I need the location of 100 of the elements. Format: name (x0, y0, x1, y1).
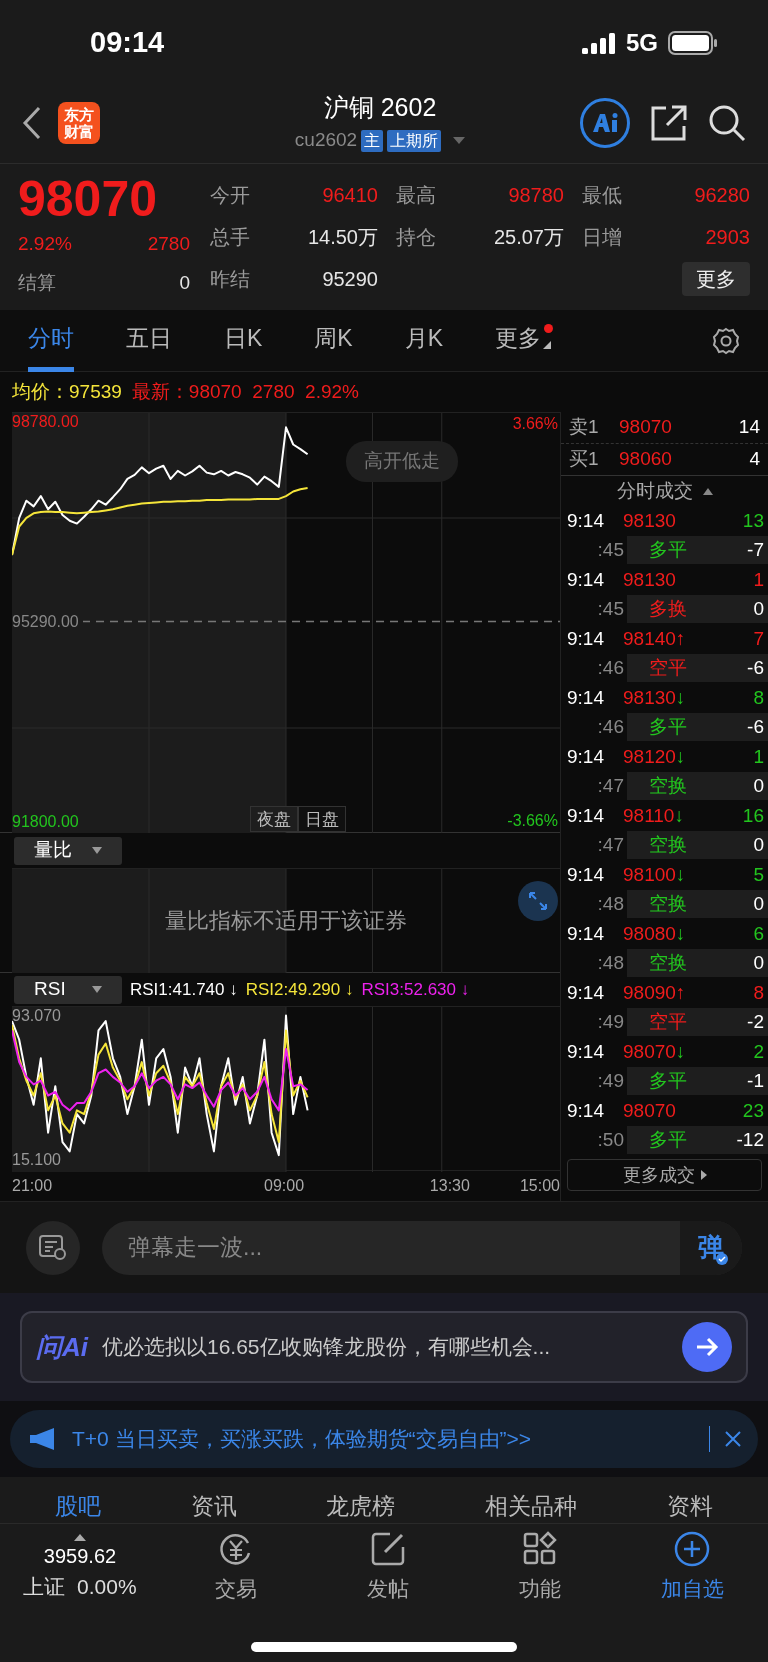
section-tab[interactable]: 资料 (667, 1489, 714, 1523)
trade-volume: 1 (753, 567, 764, 592)
trade-seconds: :49 (596, 1069, 625, 1093)
trade-type: 空平 (649, 656, 687, 680)
order-level: 卖1 (569, 415, 600, 440)
caret-icon (700, 1170, 707, 1180)
price-axis-label: 91800.00 (12, 812, 79, 831)
trade-type: 空换 (649, 892, 687, 916)
trade-volume: 16 (742, 803, 764, 828)
position-change: 0 (753, 597, 764, 621)
promo-text: T+0 当日买卖，买涨买跌，体验期货“交易自由”>> (72, 1426, 532, 1453)
trade-type: 空换 (649, 951, 687, 975)
stat-value: 95290 (322, 267, 378, 292)
session-button[interactable]: 日盘 (298, 806, 346, 832)
trade-seconds: :48 (596, 951, 625, 975)
search-icon[interactable] (708, 103, 746, 142)
section-tab[interactable]: 股吧 (54, 1489, 101, 1523)
trade-price: 98130 (623, 508, 676, 533)
index-ticker[interactable]: 3959.62 上证 0.00% (0, 1533, 160, 1603)
more-button[interactable]: 更多 (682, 262, 750, 296)
network-label: 5G (626, 28, 658, 58)
sort-icon[interactable] (702, 487, 713, 495)
danmaku-settings-icon (39, 1234, 67, 1261)
more-trades-button[interactable]: 更多成交 (567, 1159, 762, 1191)
danmaku-send-button[interactable]: 弹 (680, 1220, 742, 1275)
rsi-reading: RSI1:41.740 ↓ (130, 978, 238, 1001)
stat-label: 最高 (396, 183, 436, 208)
trade-time: 9:14 (567, 1039, 605, 1064)
time-axis-label: 15:00 (519, 1176, 560, 1196)
trade-seconds: :48 (596, 892, 625, 916)
nav-item[interactable]: 交易 (160, 1531, 312, 1605)
corner-triangle-icon (543, 340, 552, 349)
section-tab[interactable]: 资讯 (190, 1489, 237, 1523)
position-change: 0 (753, 951, 764, 975)
time-axis-label: 21:00 (12, 1176, 53, 1196)
nav-item[interactable]: 功能 (464, 1531, 616, 1605)
close-icon[interactable] (724, 1430, 742, 1448)
chart-tab[interactable]: 五日 (126, 309, 172, 372)
trade-type: 多平 (649, 1069, 687, 1093)
trade-time: 9:14 (567, 980, 605, 1005)
tick-arrow: ↑ (675, 980, 686, 1005)
exchange-tag: 主 (361, 129, 384, 152)
change-percent: 2.92% (18, 232, 72, 256)
chart-tab[interactable]: 分时 (28, 309, 74, 372)
position-change: -2 (747, 1010, 764, 1034)
trade-seconds: :46 (596, 656, 625, 680)
trade-type: 空换 (649, 774, 687, 798)
trade-price: 98130 (623, 685, 676, 710)
nav-item[interactable]: 加自选 (616, 1531, 768, 1605)
danmaku-input[interactable]: 弹幕走一波... 弹 (102, 1220, 742, 1275)
order-price: 98070 (619, 415, 672, 440)
ai-question-card[interactable]: 问Ai 优必选拟以16.65亿收购锋龙股份，有哪些机会... (20, 1311, 748, 1383)
position-change: 0 (753, 892, 764, 916)
stat-label: 最低 (582, 183, 622, 208)
contract-code: cu2602 (294, 128, 358, 153)
ai-button[interactable] (580, 97, 630, 148)
order-volume: 14 (738, 415, 760, 440)
promo-banner[interactable]: T+0 当日买卖，买涨买跌，体验期货“交易自由”>> (10, 1410, 758, 1468)
pattern-badge: 高开低走 (346, 441, 458, 482)
position-change: -12 (736, 1128, 764, 1152)
trade-seconds: :45 (596, 597, 625, 621)
indicator-selector[interactable]: 量比 (14, 836, 122, 865)
indicator-selector[interactable]: RSI (14, 975, 122, 1004)
back-icon[interactable] (22, 105, 42, 140)
stat-label: 总手 (210, 225, 250, 250)
position-change: -6 (747, 715, 764, 739)
trade-price: 98080 (623, 921, 676, 946)
ai-icon (590, 111, 620, 134)
dropdown-icon[interactable] (453, 136, 466, 145)
chart-tab[interactable]: 周K (314, 309, 353, 372)
section-tab[interactable]: 相关品种 (485, 1489, 578, 1523)
trade-price: 98090 (623, 980, 676, 1005)
share-icon[interactable] (650, 103, 688, 142)
dropdown-icon (92, 986, 102, 993)
chart-tab[interactable]: 月K (404, 309, 444, 372)
price-axis-label: 98780.00 (12, 413, 79, 431)
trades-header: 分时成交 (616, 478, 693, 503)
add-icon (674, 1531, 710, 1568)
section-tab[interactable]: 龙虎榜 (326, 1489, 396, 1523)
average-price: 均价：97539 (12, 379, 122, 404)
tick-arrow: ↓ (674, 803, 684, 828)
trade-volume: 5 (753, 862, 764, 887)
stat-value: 25.07万 (493, 225, 564, 250)
position-change: -7 (747, 538, 764, 562)
nav-item[interactable]: 发帖 (312, 1531, 464, 1605)
settings-icon[interactable] (712, 326, 740, 355)
tick-arrow: ↓ (675, 744, 686, 769)
trade-time: 9:14 (567, 567, 605, 592)
expand-button[interactable] (518, 881, 558, 921)
trade-type: 多平 (649, 538, 687, 562)
session-button[interactable]: 夜盘 (250, 806, 298, 832)
position-change: 0 (753, 774, 764, 798)
chart-tab[interactable]: 更多 (495, 309, 542, 372)
chart-tab[interactable]: 日K (224, 309, 263, 372)
exchange-tag: 上期所 (387, 129, 442, 152)
position-change: -1 (747, 1069, 764, 1093)
trade-price: 98120 (623, 744, 676, 769)
ask-button[interactable] (682, 1322, 732, 1372)
trade-type: 空平 (649, 1010, 687, 1034)
trade-volume: 13 (742, 508, 764, 533)
